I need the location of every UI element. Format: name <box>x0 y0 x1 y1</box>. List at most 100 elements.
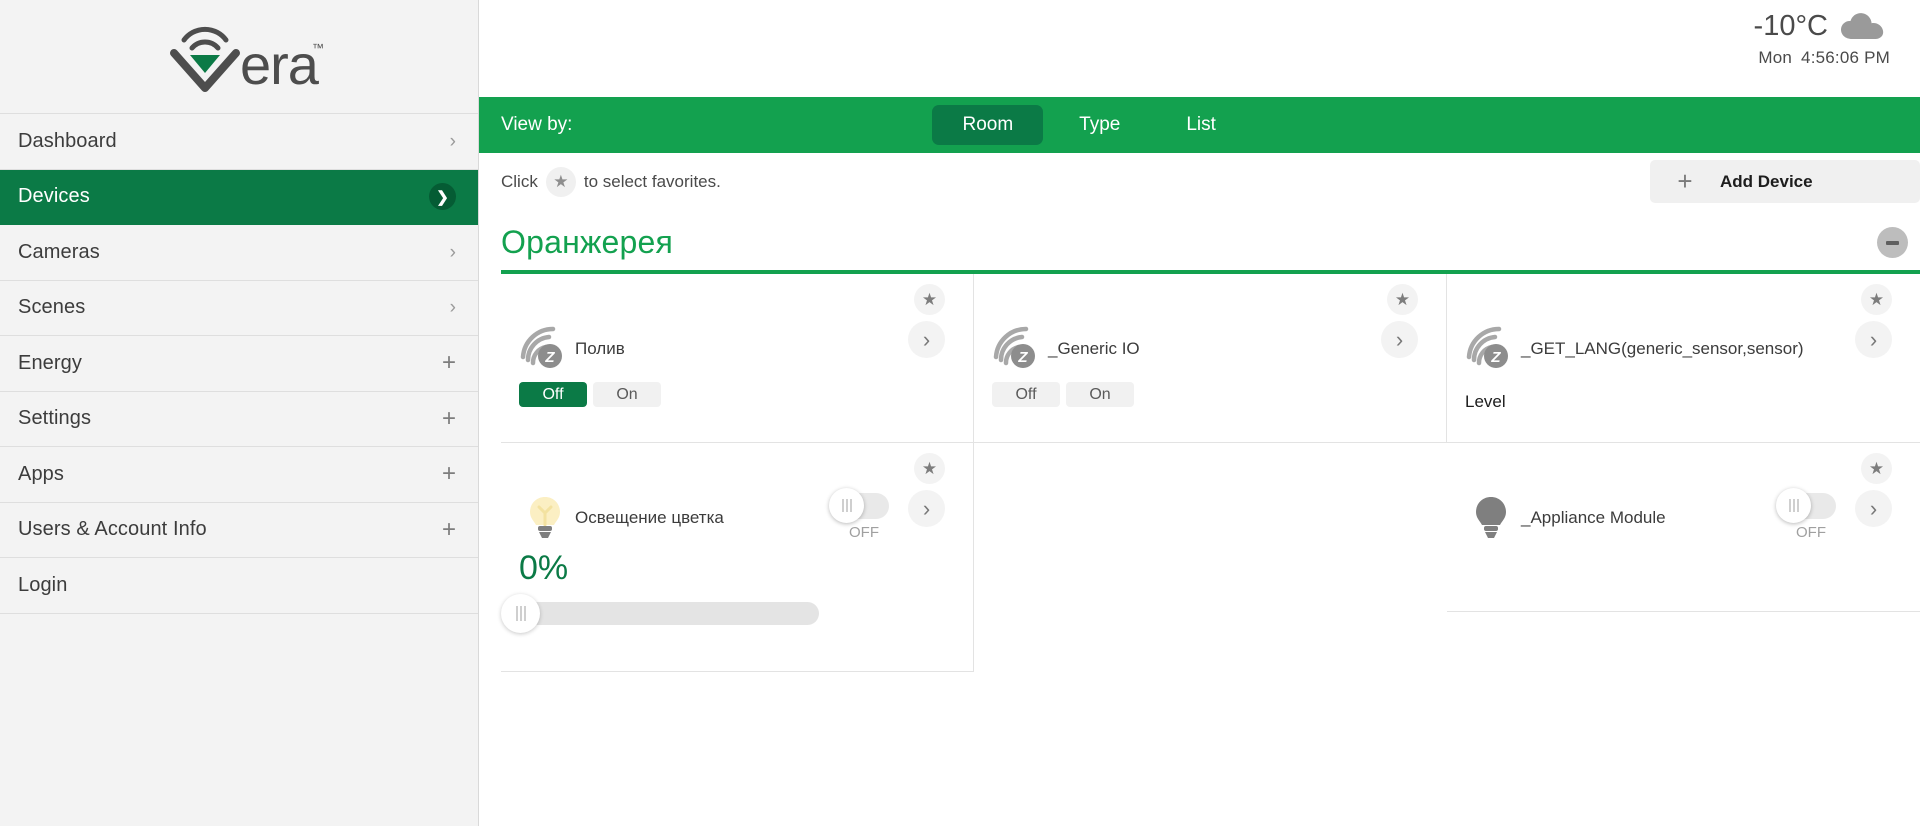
tools-row: Click ★ to select favorites. + Add Devic… <box>479 153 1920 210</box>
device-row: Z Полив <box>519 326 955 372</box>
on-button[interactable]: On <box>593 382 661 407</box>
view-by-label: View by: <box>501 114 573 135</box>
cloud-icon <box>1840 12 1890 42</box>
sidebar-item-users-account-info[interactable]: Users & Account Info + <box>0 502 478 558</box>
toggle-state-label: OFF <box>1796 524 1826 541</box>
chevron-right-icon: › <box>449 241 456 263</box>
device-name: Полив <box>575 339 625 358</box>
sidebar-item-label: Settings <box>18 407 92 430</box>
app-root: era ™ Dashboard › Devices ❯ Cameras › Sc… <box>0 0 1920 826</box>
view-by-tabs: Room Type List <box>932 105 1245 145</box>
svg-text:Z: Z <box>544 349 555 366</box>
device-card[interactable]: ★ Освещение цветка 0% OFF › <box>501 443 974 672</box>
add-device-button[interactable]: + Add Device <box>1650 160 1920 203</box>
plus-icon: + <box>441 349 456 377</box>
device-card[interactable]: ★ Z _GET_LANG(generic_sensor,sensor) Lev… <box>1447 274 1920 443</box>
toggle-knob <box>829 488 864 523</box>
power-toggle[interactable] <box>1776 488 1836 523</box>
sidebar-item-settings[interactable]: Settings + <box>0 391 478 447</box>
room-collapse-button[interactable] <box>1877 227 1908 258</box>
device-grid: ★ Z Полив Off On › ★ Z _Generic IO Off O… <box>501 274 1920 672</box>
main-content: -10°C Mon 4:56:06 PM View by: Room Type L <box>479 0 1920 826</box>
device-details-chevron-icon[interactable]: › <box>1855 490 1892 527</box>
chevron-right-icon: › <box>449 297 456 319</box>
device-name: _Appliance Module <box>1521 508 1666 527</box>
sidebar-item-cameras[interactable]: Cameras › <box>0 225 478 281</box>
tab-room[interactable]: Room <box>932 105 1044 145</box>
favorites-hint-prefix: Click <box>501 171 538 191</box>
add-device-label: Add Device <box>1720 171 1813 191</box>
sidebar-item-energy[interactable]: Energy + <box>0 336 478 392</box>
tab-list[interactable]: List <box>1156 105 1246 145</box>
device-name: _Generic IO <box>1048 339 1140 358</box>
favorite-star-icon[interactable]: ★ <box>914 453 945 484</box>
sidebar-item-scenes[interactable]: Scenes › <box>0 280 478 336</box>
tab-type[interactable]: Type <box>1049 105 1150 145</box>
device-details-chevron-icon[interactable]: › <box>908 321 945 358</box>
plus-icon: + <box>1677 166 1693 196</box>
brand-logo[interactable]: era ™ <box>0 0 478 113</box>
sidebar-item-label: Cameras <box>18 240 100 263</box>
zwave-sensor-icon: Z <box>519 326 571 372</box>
favorite-star-icon[interactable]: ★ <box>1387 284 1418 315</box>
temperature-value: -10°C <box>1753 10 1828 42</box>
minus-icon <box>1886 240 1899 245</box>
svg-text:™: ™ <box>312 41 324 55</box>
dimmer-slider[interactable] <box>501 594 819 633</box>
zwave-sensor-icon: Z <box>992 326 1044 372</box>
favorite-star-icon[interactable]: ★ <box>1861 284 1892 315</box>
device-card-body: Z Полив Off On <box>519 326 955 407</box>
plus-icon: + <box>441 460 456 488</box>
clock-row: Mon 4:56:06 PM <box>1754 48 1890 68</box>
toggle-state-label: OFF <box>849 524 879 541</box>
sidebar-item-label: Dashboard <box>18 129 117 152</box>
chevron-right-icon: › <box>449 130 456 152</box>
power-toggle-group: OFF <box>1776 488 1842 541</box>
svg-text:Z: Z <box>1017 349 1028 366</box>
device-name: Освещение цветка <box>575 508 724 527</box>
favorites-hint-suffix: to select favorites. <box>583 171 721 191</box>
sidebar-nav: Dashboard › Devices ❯ Cameras › Scenes ›… <box>0 113 478 614</box>
favorite-star-icon[interactable]: ★ <box>914 284 945 315</box>
plus-icon: + <box>441 404 456 432</box>
on-button[interactable]: On <box>1066 382 1134 407</box>
sidebar-item-label: Energy <box>18 351 82 374</box>
lightbulb-off-icon <box>1465 495 1517 541</box>
sidebar-item-dashboard[interactable]: Dashboard › <box>0 114 478 170</box>
onoff-control: Off On <box>519 382 955 407</box>
sidebar-item-label: Devices <box>18 185 90 208</box>
device-card-body: Z _Generic IO Off On <box>992 326 1428 407</box>
off-button[interactable]: Off <box>992 382 1060 407</box>
sidebar: era ™ Dashboard › Devices ❯ Cameras › Sc… <box>0 0 479 826</box>
power-toggle[interactable] <box>829 488 889 523</box>
device-card[interactable]: ★ _Appliance Module OFF › <box>1447 443 1920 612</box>
svg-text:era: era <box>240 33 320 92</box>
device-card-body: Z _GET_LANG(generic_sensor,sensor) Level <box>1465 326 1902 412</box>
slider-handle[interactable] <box>501 594 540 633</box>
device-row: Z _GET_LANG(generic_sensor,sensor) <box>1465 326 1902 372</box>
time-label: 4:56:06 PM <box>1801 48 1890 67</box>
power-toggle-group: OFF <box>829 488 895 541</box>
sidebar-item-label: Login <box>18 573 68 596</box>
device-card[interactable]: ★ Z Полив Off On › <box>501 274 974 443</box>
device-details-chevron-icon[interactable]: › <box>1855 321 1892 358</box>
device-card[interactable]: ★ Z _Generic IO Off On › <box>974 274 1447 443</box>
sidebar-item-login[interactable]: Login <box>0 558 478 614</box>
weather-clock-widget: -10°C Mon 4:56:06 PM <box>1754 10 1890 68</box>
device-name: _GET_LANG(generic_sensor,sensor) <box>1521 339 1804 358</box>
sidebar-item-label: Users & Account Info <box>18 518 207 541</box>
level-label: Level <box>1465 392 1506 411</box>
toggle-knob <box>1776 488 1811 523</box>
off-button[interactable]: Off <box>519 382 587 407</box>
sidebar-item-devices[interactable]: Devices ❯ <box>0 169 478 225</box>
sidebar-item-apps[interactable]: Apps + <box>0 447 478 503</box>
room-title: Оранжерея <box>501 224 674 260</box>
device-details-chevron-icon[interactable]: › <box>1381 321 1418 358</box>
favorite-star-icon[interactable]: ★ <box>1861 453 1892 484</box>
grid-empty-cell <box>974 443 1447 672</box>
device-details-chevron-icon[interactable]: › <box>908 490 945 527</box>
view-by-bar: View by: Room Type List <box>479 97 1920 153</box>
plus-icon: + <box>441 515 456 543</box>
chevron-right-icon: ❯ <box>429 183 456 211</box>
top-bar: -10°C Mon 4:56:06 PM <box>479 0 1920 97</box>
